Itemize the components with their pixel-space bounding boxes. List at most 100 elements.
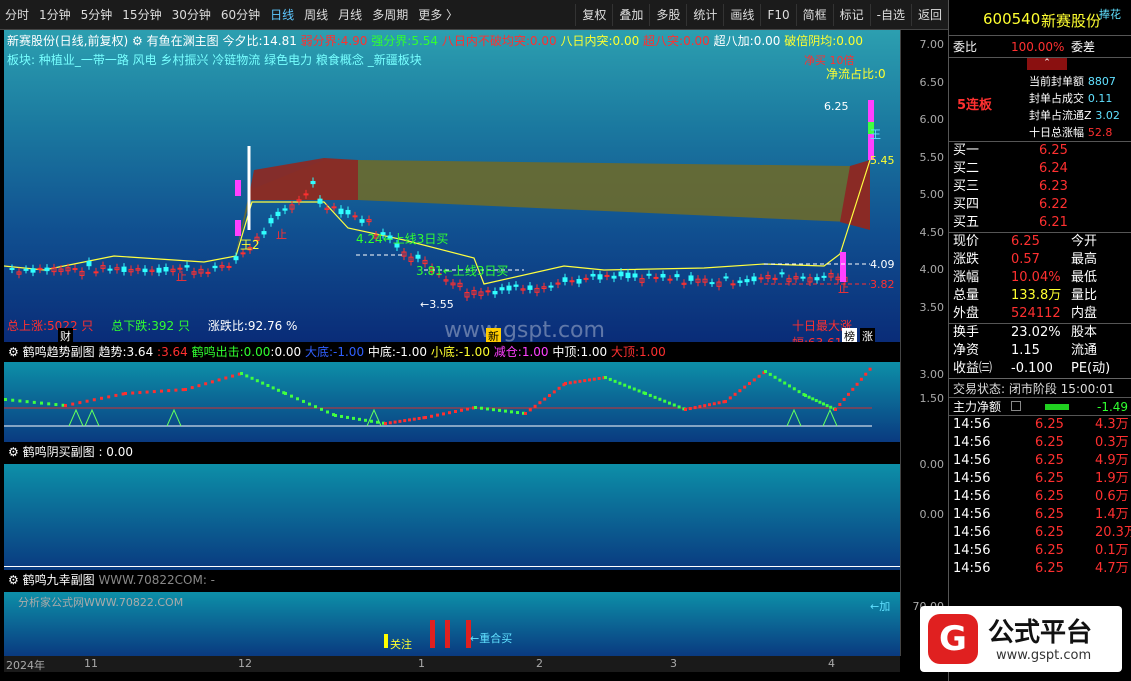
trend-dot [271, 386, 275, 390]
sub2-panel[interactable]: ⚙ 鹤鸣阴买副图 : 0.00 [4, 442, 900, 570]
feng-row-2: 封单占流通Z 3.02 [1029, 106, 1120, 123]
buy-label: 买二 [953, 161, 980, 176]
quote-label: 外盘 [953, 306, 980, 321]
indicator-name[interactable]: 有鱼在渊主图 [147, 34, 219, 48]
trend-dot [370, 419, 373, 423]
buy-level-4[interactable]: 买四 6.22 [949, 196, 1131, 214]
trend-dot [829, 405, 833, 409]
focus-label: 关注 [390, 638, 412, 651]
tick-vol: 20.3万 [1095, 525, 1131, 540]
trend-dot [85, 399, 89, 403]
timeframe-tab-2[interactable]: 5分钟 [76, 6, 118, 23]
feng-row-1: 封单占成交 0.11 [1029, 89, 1120, 106]
bottom-signal [786, 408, 802, 427]
toolbar-button-0[interactable]: 复权 [575, 3, 612, 26]
sub1-panel[interactable]: ⚙ 鹤鸣趋势副图 趋势:3.64 :3.64 鹤鸣出击:0.00:0.00 大底… [4, 342, 900, 442]
tick-time: 14:56 [953, 471, 991, 486]
tick-row: 14:56 6.25 1.4万 [949, 506, 1131, 524]
trend-dot [408, 418, 411, 422]
candle-body [93, 271, 99, 274]
weibi-value: 100.00% [1011, 40, 1065, 54]
timeframe-tab-6[interactable]: 日线 [265, 6, 299, 23]
settings-icon[interactable]: ⚙ [132, 34, 147, 48]
buy-level-3[interactable]: 买三 6.23 [949, 178, 1131, 196]
stat-levels: 换手 23.02% 股本 净资 1.15 流通 收益㈢ -0.100 PE(动) [949, 324, 1131, 378]
zdz-label: 总上涨: [7, 319, 48, 333]
candle-body [800, 276, 806, 279]
brt-label: 八日内突: [560, 34, 613, 48]
timeframe-tab-9[interactable]: 多周期 [367, 6, 413, 23]
brt-value: 0.00 [612, 34, 640, 48]
toolbar-button-4[interactable]: 画线 [723, 3, 760, 26]
quote-value: 10.04% [1011, 270, 1061, 285]
candle-body [723, 276, 729, 279]
jh-label: 减仓: [493, 345, 522, 359]
buy-level-1[interactable]: 买一 6.25 [949, 142, 1131, 160]
xd-v: -1.00 [458, 345, 490, 359]
candle-body [611, 275, 617, 279]
trend-dot [358, 417, 361, 421]
qfj-value: 5.54 [411, 34, 439, 48]
trend-dot [568, 381, 572, 385]
buy-level-5[interactable]: 买五 6.21 [949, 214, 1131, 232]
tick-time: 14:56 [953, 525, 991, 540]
quote-row-2: 涨幅 10.04% 最低 [949, 269, 1131, 287]
trend-dot [25, 400, 29, 404]
bottom-signal [68, 408, 84, 427]
timeframe-tab-0[interactable]: 分时 [0, 6, 34, 23]
toolbar-button-9[interactable]: 返回 [910, 3, 948, 26]
qfj-label: 强分界: [371, 34, 412, 48]
quote-label-2: 今开 [1071, 234, 1098, 249]
quote-label: 涨幅 [953, 270, 980, 285]
settings-icon[interactable]: ⚙ [8, 573, 19, 587]
weibi-row: 委比 100.00% 委差 [949, 36, 1131, 58]
cbj-label: 超八加: [713, 34, 754, 48]
toolbar-button-2[interactable]: 多股 [649, 3, 686, 26]
settings-icon[interactable]: ⚙ [8, 445, 19, 459]
candle-body [44, 267, 50, 272]
timeframe-tab-5[interactable]: 60分钟 [216, 6, 265, 23]
chevron-up-icon[interactable]: ⌃ [1027, 58, 1067, 70]
timeframe-tab-8[interactable]: 月线 [333, 6, 367, 23]
zdg-label: 中顶: [552, 345, 581, 359]
trend-dot [743, 385, 747, 389]
main-kline-chart[interactable]: 新赛股份(日线,前复权) ⚙ 有鱼在渊主图 今夕比:14.81 弱分界:4.90… [4, 30, 900, 342]
toolbar-button-8[interactable]: -自选 [869, 3, 911, 26]
stat-value: 1.15 [1011, 343, 1040, 358]
bang-mark: 榜 [842, 328, 857, 342]
toolbar-button-3[interactable]: 统计 [686, 3, 723, 26]
settings-icon[interactable]: ⚙ [8, 345, 19, 359]
buy-level-2[interactable]: 买二 6.24 [949, 160, 1131, 178]
timeframe-tab-1[interactable]: 1分钟 [34, 6, 76, 23]
tick-row: 14:56 6.25 4.3万 [949, 416, 1131, 434]
huaqi-label[interactable]: 捧花 [1099, 6, 1121, 22]
feng-value: 8807 [1087, 75, 1116, 88]
sub3-panel[interactable]: ⚙ 鹤鸣九幸副图 WWW.70822COM: - 分析家公式网WWW.70822… [4, 570, 900, 656]
trend-dot [352, 416, 355, 420]
timeframe-tab-3[interactable]: 15分钟 [117, 6, 166, 23]
feng-value: 0.11 [1087, 92, 1113, 105]
sub1-y-tick-1: 3.00 [919, 368, 945, 381]
trend-dot [592, 377, 596, 381]
trend-dot [672, 403, 676, 407]
quote-row-4: 外盘 524112 内盘 [949, 305, 1131, 323]
trend-dot [11, 398, 15, 402]
trend-dot [364, 418, 367, 422]
toolbar-button-6[interactable]: 简框 [795, 3, 833, 26]
toolbar-button-5[interactable]: F10 [760, 3, 795, 26]
timeframe-tab-7[interactable]: 周线 [299, 6, 333, 23]
list-icon[interactable] [1011, 401, 1021, 411]
toolbar-button-1[interactable]: 叠加 [612, 3, 649, 26]
trend-dot [334, 414, 337, 417]
timeframe-tab-4[interactable]: 30分钟 [167, 6, 216, 23]
tick-time: 14:56 [953, 489, 991, 504]
main-y-tick-6: 4.00 [919, 263, 945, 276]
toolbar-button-7[interactable]: 标记 [832, 3, 870, 26]
timeframe-tabs: 分时 1分钟 5分钟 15分钟 30分钟 60分钟 日线 周线 月线 多周期 更多 〉 [0, 6, 463, 23]
jlz-label: 净流占比:0 [826, 67, 886, 81]
tick-list[interactable]: 14:56 6.25 4.3万 14:56 6.25 0.3万 14:56 6.25 4.9万 1… [949, 416, 1131, 578]
trend-dot [797, 390, 801, 394]
timeframe-tab-10[interactable]: 更多 〉 [413, 6, 463, 23]
focus-bar [384, 634, 388, 648]
candle-body [163, 267, 169, 272]
